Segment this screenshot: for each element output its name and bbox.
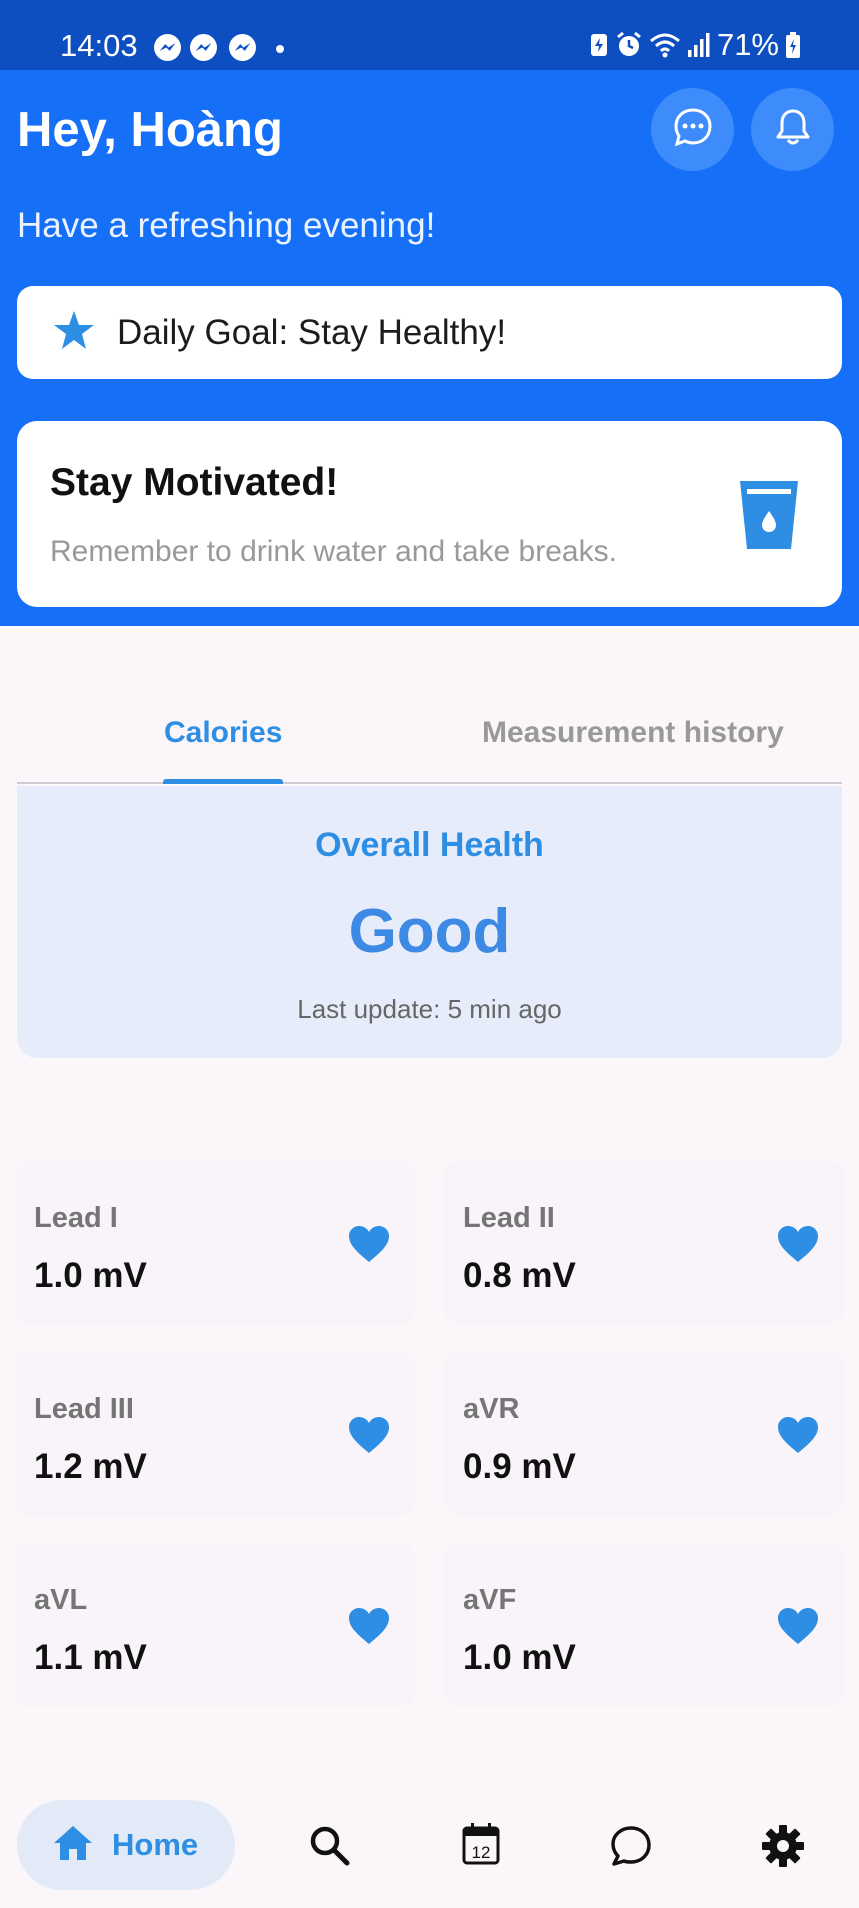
daily-goal-text: Daily Goal: Stay Healthy!: [117, 312, 507, 352]
health-title: Overall Health: [315, 826, 544, 864]
heart-icon: [776, 1224, 820, 1269]
bell-icon: [772, 106, 814, 153]
alarm-icon: [615, 31, 643, 59]
lead-value: 1.0 mV: [34, 1256, 147, 1295]
settings-icon[interactable]: [761, 1824, 805, 1873]
status-time: 14:03: [60, 28, 138, 63]
tab-active-indicator: [163, 779, 283, 784]
battery-saver-icon: [589, 31, 609, 59]
lead-card-avf[interactable]: aVF 1.0 mV: [446, 1545, 842, 1704]
home-icon: [52, 1824, 94, 1867]
heart-icon: [776, 1606, 820, 1651]
nav-home-label: Home: [112, 1827, 199, 1862]
signal-icon: [687, 32, 711, 58]
lead-name: Lead I: [34, 1202, 118, 1234]
heart-icon: [347, 1224, 391, 1269]
lead-value: 1.1 mV: [34, 1638, 147, 1677]
tab-calories[interactable]: Calories: [164, 716, 282, 750]
messenger-icon: [190, 34, 217, 61]
lead-card-avr[interactable]: aVR 0.9 mV: [446, 1354, 842, 1513]
overall-health-card: Overall Health Good Last update: 5 min a…: [17, 786, 842, 1058]
lead-name: aVL: [34, 1584, 88, 1616]
motivation-text: Remember to drink water and take breaks.: [50, 535, 617, 568]
heart-icon: [776, 1415, 820, 1460]
lead-card-lead-iii[interactable]: Lead III 1.2 mV: [17, 1354, 413, 1513]
greeting-subtitle: Have a refreshing evening!: [17, 206, 436, 245]
lead-value: 0.9 mV: [463, 1447, 576, 1486]
lead-name: Lead II: [463, 1202, 555, 1234]
wifi-icon: [649, 32, 681, 58]
status-bar: 14:03 71%: [0, 0, 859, 70]
lead-value: 1.2 mV: [34, 1447, 147, 1486]
health-status: Good: [348, 897, 511, 966]
lead-value: 0.8 mV: [463, 1256, 576, 1295]
notification-dot: [276, 45, 284, 53]
bottom-nav: Home 12: [0, 1778, 859, 1908]
battery-percent: 71%: [716, 27, 779, 62]
lead-name: aVR: [463, 1393, 520, 1425]
chat-icon: [672, 106, 714, 153]
greeting: Hey, Hoàng: [17, 103, 283, 157]
status-icons: 71%: [589, 27, 801, 63]
lead-name: aVF: [463, 1584, 517, 1616]
heart-icon: [347, 1415, 391, 1460]
search-icon[interactable]: [308, 1824, 350, 1871]
lead-card-lead-ii[interactable]: Lead II 0.8 mV: [446, 1163, 842, 1322]
tab-measurement-history[interactable]: Measurement history: [482, 716, 784, 750]
messenger-icon: [154, 34, 181, 61]
chat-button[interactable]: [651, 88, 734, 171]
motivation-card: Stay Motivated! Remember to drink water …: [17, 421, 842, 607]
calendar-day: 12: [472, 1843, 491, 1862]
messenger-icon: [229, 34, 256, 61]
motivation-title: Stay Motivated!: [50, 461, 339, 504]
health-last-update: Last update: 5 min ago: [297, 994, 562, 1024]
tab-bar: Calories Measurement history: [17, 680, 842, 784]
nav-home[interactable]: Home: [17, 1800, 235, 1890]
notifications-button[interactable]: [751, 88, 834, 171]
lead-value: 1.0 mV: [463, 1638, 576, 1677]
water-glass-icon: [738, 479, 800, 556]
lead-card-lead-i[interactable]: Lead I 1.0 mV: [17, 1163, 413, 1322]
battery-icon: [785, 31, 801, 59]
daily-goal-card: Daily Goal: Stay Healthy!: [17, 286, 842, 379]
calendar-icon[interactable]: 12: [461, 1822, 501, 1871]
chat-icon[interactable]: [609, 1824, 653, 1873]
lead-name: Lead III: [34, 1393, 134, 1425]
star-icon: [53, 310, 95, 355]
lead-card-avl[interactable]: aVL 1.1 mV: [17, 1545, 413, 1704]
heart-icon: [347, 1606, 391, 1651]
